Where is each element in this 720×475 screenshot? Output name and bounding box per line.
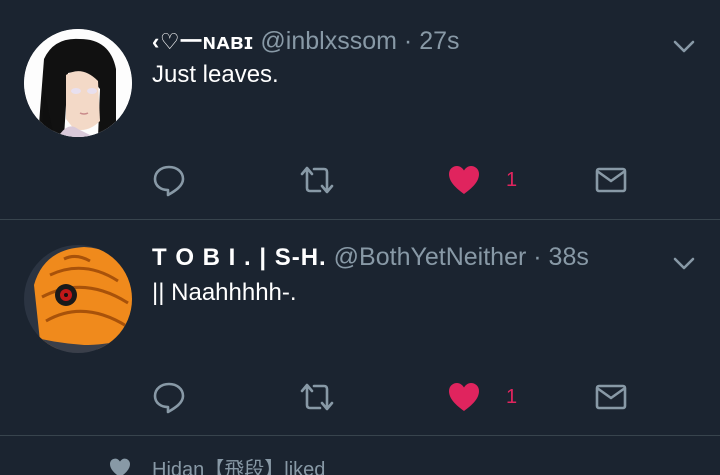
timestamp[interactable]: 27s: [419, 27, 459, 55]
retweet-button[interactable]: [298, 160, 336, 200]
like-button[interactable]: 1: [446, 377, 517, 417]
tweet-actions: 1: [0, 377, 720, 417]
chevron-down-icon[interactable]: [670, 249, 698, 277]
envelope-icon: [595, 384, 627, 410]
tweet-actions: 1: [0, 160, 720, 200]
user-handle[interactable]: @inblxssom: [260, 27, 397, 55]
envelope-icon: [595, 167, 627, 193]
reply-button[interactable]: [151, 160, 187, 200]
retweet-button[interactable]: [298, 377, 336, 417]
like-count: 1: [506, 168, 518, 191]
like-count: 1: [506, 385, 518, 408]
display-name[interactable]: ‹♡一ɴᴀʙɪ: [152, 29, 253, 54]
reply-button[interactable]: [151, 377, 187, 417]
tweet-header: ‹♡一ɴᴀʙɪ @inblxssom · 27s: [152, 26, 460, 57]
heart-icon: [449, 383, 479, 411]
chevron-down-icon[interactable]: [670, 32, 698, 60]
tweet-header: T O B I . | S-H. @BothYetNeither · 38s: [152, 242, 589, 273]
heart-icon: [449, 166, 479, 194]
retweet-icon: [300, 166, 334, 194]
tweet-text: Just leaves.: [152, 61, 279, 88]
direct-message-button[interactable]: [594, 160, 628, 200]
user-handle[interactable]: @BothYetNeither: [334, 243, 527, 271]
direct-message-button[interactable]: [594, 377, 628, 417]
timeline-feed: ‹♡一ɴᴀʙɪ @inblxssom · 27s Just leaves. 1 …: [0, 0, 720, 475]
reply-icon: [153, 165, 185, 197]
tweet[interactable]: ‹♡一ɴᴀʙɪ @inblxssom · 27s Just leaves. 1: [0, 0, 720, 219]
avatar[interactable]: [24, 245, 132, 353]
divider: [0, 435, 720, 436]
display-name[interactable]: T O B I . | S-H.: [152, 244, 327, 271]
avatar[interactable]: [24, 29, 132, 137]
reply-icon: [153, 382, 185, 414]
retweet-icon: [300, 383, 334, 411]
timestamp[interactable]: 38s: [549, 243, 589, 271]
heart-icon: [110, 458, 130, 475]
like-button[interactable]: 1: [446, 160, 517, 200]
tweet-text: || Naahhhhh-.: [152, 279, 297, 306]
separator: ·: [403, 27, 413, 55]
activity-notice[interactable]: Hidan【飛段】liked: [108, 453, 325, 475]
tweet[interactable]: T O B I . | S-H. @BothYetNeither · 38s |…: [0, 220, 720, 435]
activity-text: Hidan【飛段】liked: [152, 459, 326, 475]
separator: ·: [533, 243, 542, 271]
